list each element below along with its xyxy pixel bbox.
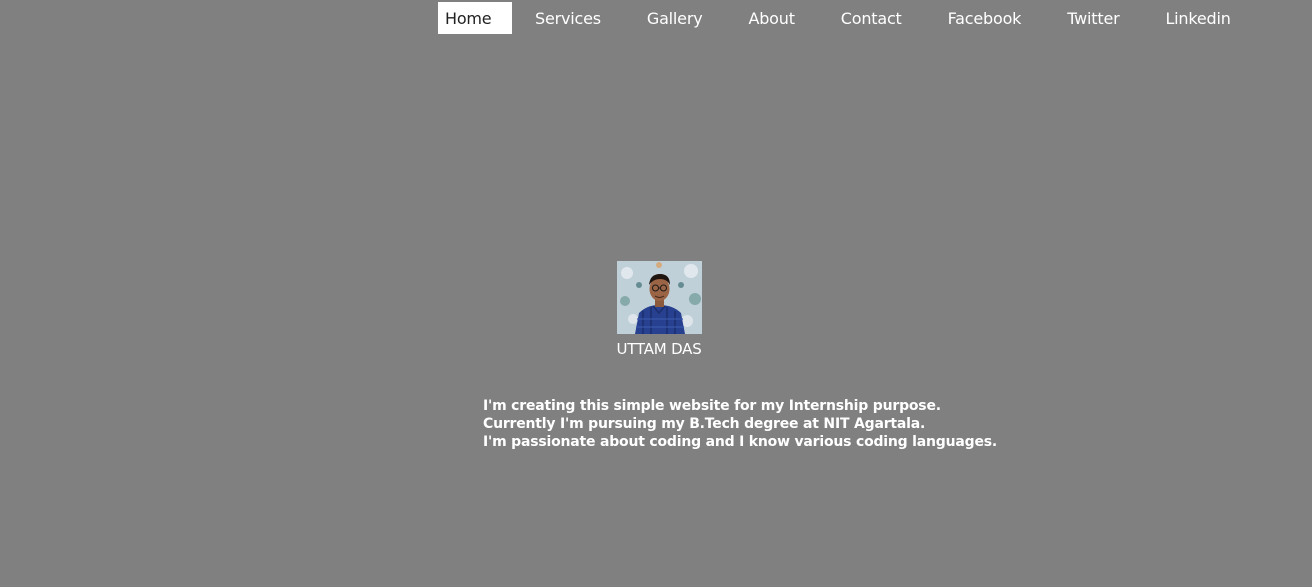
bio-line: Currently I'm pursuing my B.Tech degree … [483,416,926,432]
top-navigation: Home Services Gallery About Contact Face… [438,2,1254,34]
nav-item-linkedin[interactable]: Linkedin [1142,2,1253,34]
profile-name: UTTAM DAS [616,340,702,358]
nav-item-contact[interactable]: Contact [818,2,925,34]
nav-item-about[interactable]: About [725,2,817,34]
page: Home Services Gallery About Contact Face… [0,0,1312,587]
nav-item-gallery[interactable]: Gallery [624,2,726,34]
nav-item-facebook[interactable]: Facebook [925,2,1045,34]
nav-item-services[interactable]: Services [512,2,624,34]
bio-text: I'm creating this simple website for my … [483,397,1043,451]
nav-item-home[interactable]: Home [438,2,512,34]
bio-line: I'm creating this simple website for my … [483,398,941,414]
profile-photo [616,261,702,334]
bio-line: I'm passionate about coding and I know v… [483,434,997,450]
nav-item-twitter[interactable]: Twitter [1044,2,1142,34]
profile-card: UTTAM DAS [616,261,702,358]
